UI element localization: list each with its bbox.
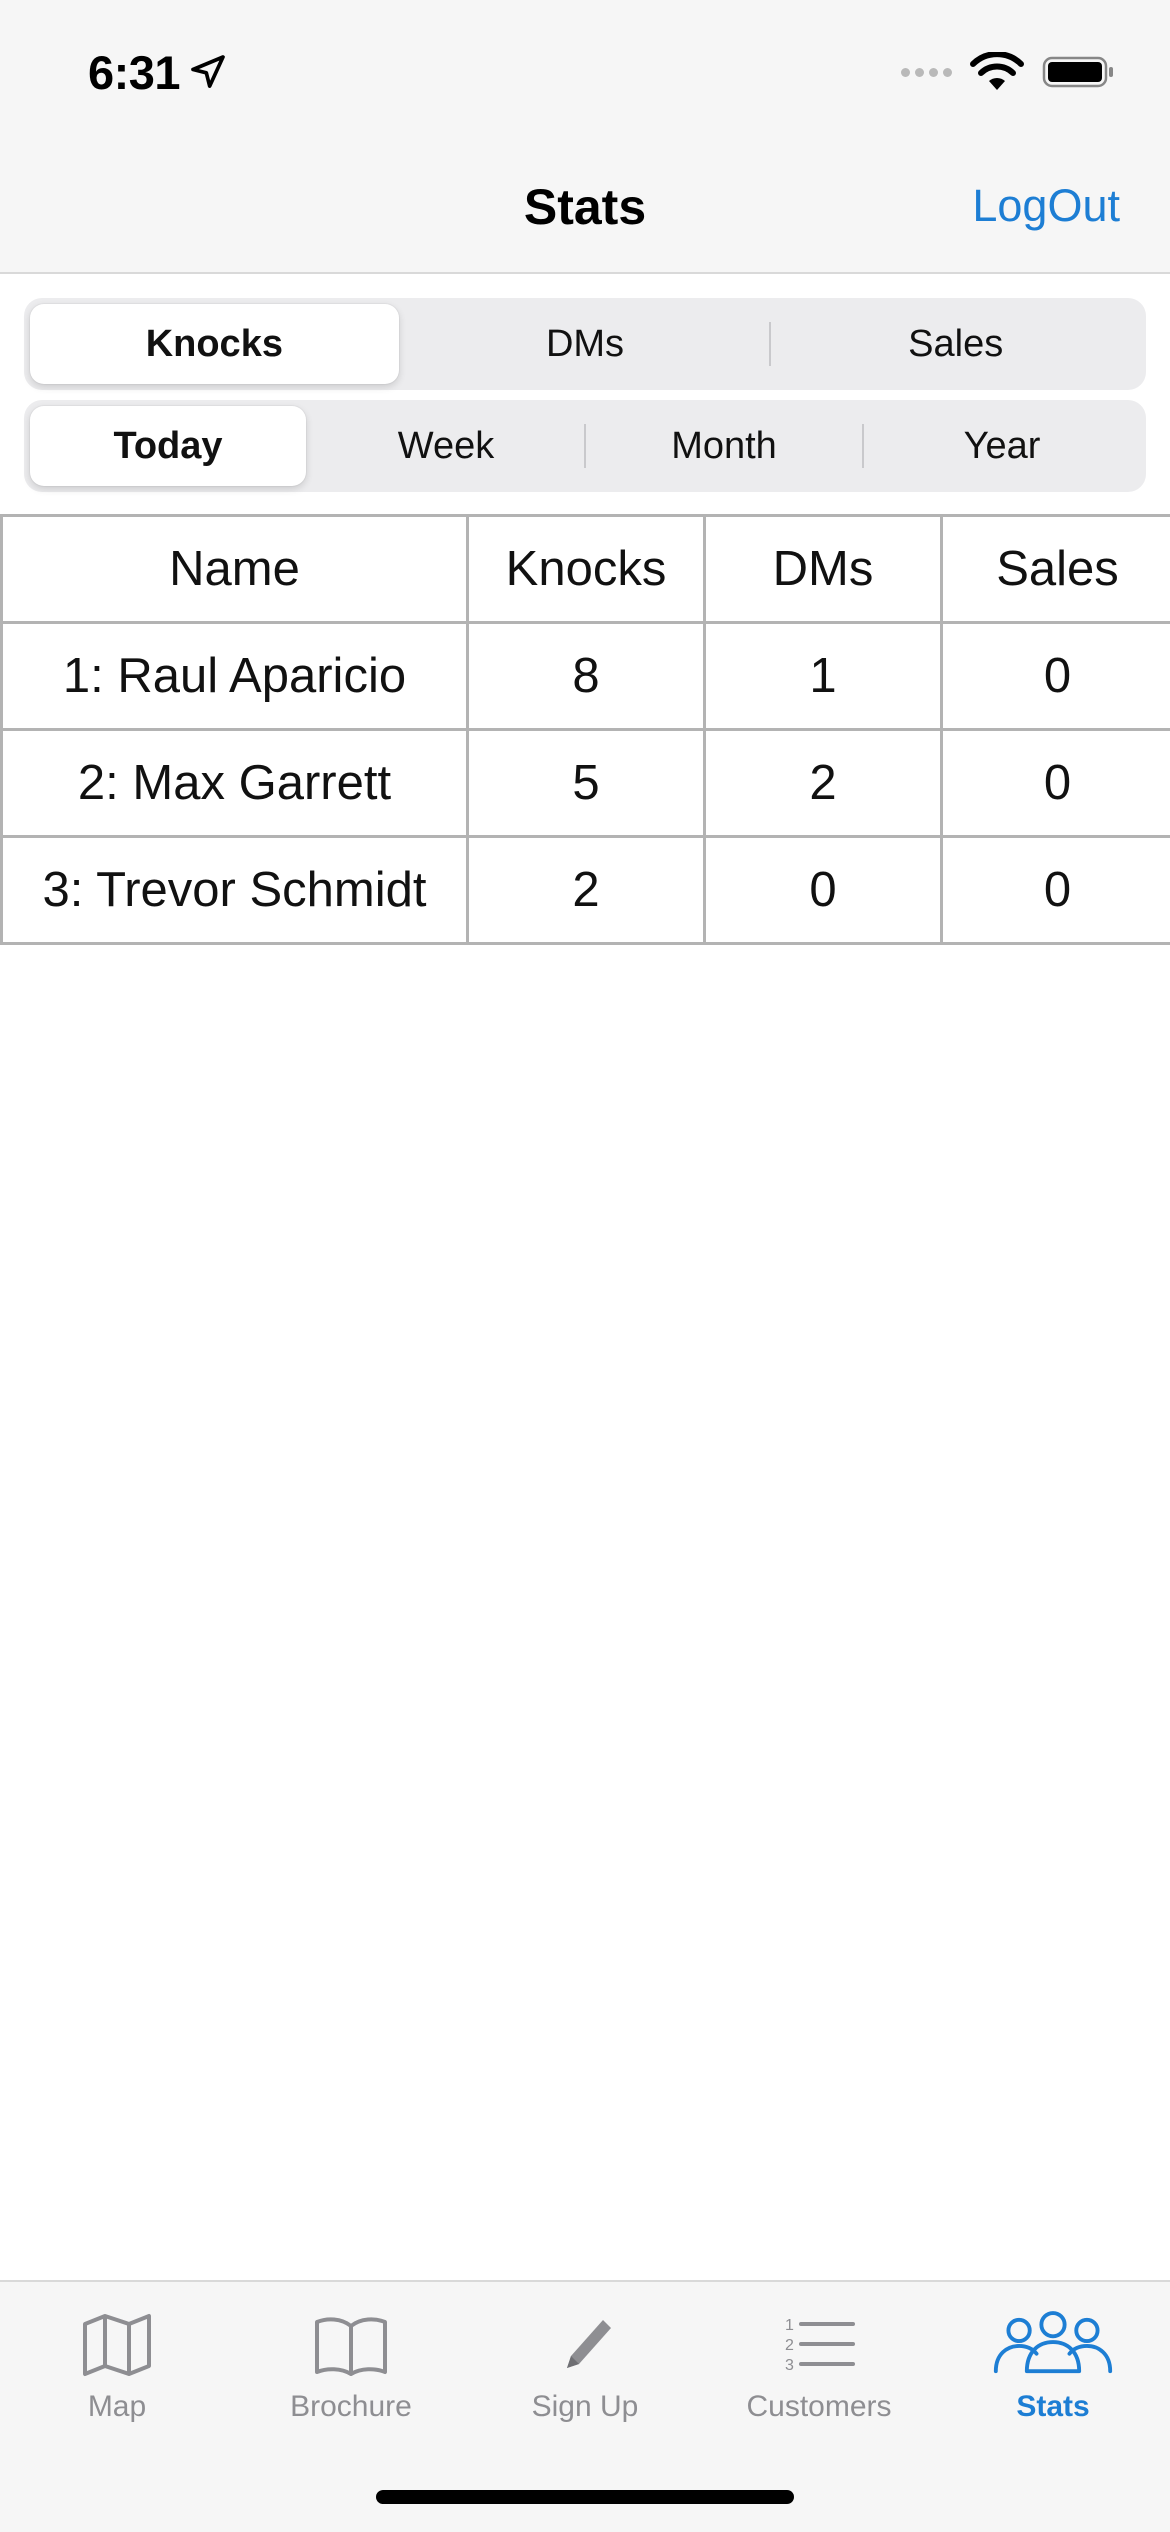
table-row: 2: Max Garrett 5 2 0 bbox=[0, 728, 1170, 838]
tab-customers[interactable]: 1 2 3 Customers bbox=[702, 2310, 936, 2424]
segment-year[interactable]: Year bbox=[864, 406, 1140, 486]
wifi-icon bbox=[970, 52, 1024, 90]
cell-name: 1: Raul Aparicio bbox=[0, 621, 469, 731]
cellular-signal-icon bbox=[901, 67, 952, 77]
cell-sales: 0 bbox=[940, 621, 1170, 731]
header-sales: Sales bbox=[940, 514, 1170, 624]
tab-stats[interactable]: Stats bbox=[936, 2310, 1170, 2424]
tab-map[interactable]: Map bbox=[0, 2310, 234, 2424]
table-row: 3: Trevor Schmidt 2 0 0 bbox=[0, 835, 1170, 945]
tab-label: Customers bbox=[746, 2390, 892, 2423]
battery-icon bbox=[1042, 56, 1113, 88]
home-indicator[interactable] bbox=[376, 2490, 794, 2504]
numbered-list-icon: 1 2 3 bbox=[785, 2317, 855, 2374]
period-segmented-control: Today Week Month Year bbox=[24, 400, 1146, 492]
header-dms: DMs bbox=[703, 514, 943, 624]
table-header-row: Name Knocks DMs Sales bbox=[0, 514, 1170, 624]
metric-segmented-control: Knocks DMs Sales bbox=[24, 298, 1146, 390]
header-knocks: Knocks bbox=[466, 514, 706, 624]
map-icon bbox=[83, 2314, 151, 2376]
cell-name: 3: Trevor Schmidt bbox=[0, 835, 469, 945]
status-time-group: 6:31 bbox=[88, 42, 228, 102]
header: 6:31 Stats LogOut bbox=[0, 0, 1170, 274]
pencil-icon bbox=[567, 2320, 611, 2368]
tab-label: Map bbox=[87, 2390, 147, 2423]
segment-knocks[interactable]: Knocks bbox=[30, 304, 399, 384]
cell-knocks: 8 bbox=[466, 621, 706, 731]
people-group-icon bbox=[993, 2311, 1113, 2374]
navigation-bar: Stats LogOut bbox=[0, 140, 1170, 274]
cell-knocks: 5 bbox=[466, 728, 706, 838]
stats-table: Name Knocks DMs Sales 1: Raul Aparicio 8… bbox=[0, 514, 1170, 945]
tab-sign-up[interactable]: Sign Up bbox=[468, 2310, 702, 2424]
cell-dms: 0 bbox=[703, 835, 943, 945]
segment-week[interactable]: Week bbox=[308, 406, 584, 486]
cell-sales: 0 bbox=[940, 728, 1170, 838]
status-indicators bbox=[901, 50, 1116, 94]
tab-brochure[interactable]: Brochure bbox=[234, 2310, 468, 2424]
segment-today[interactable]: Today bbox=[30, 406, 306, 486]
cell-name: 2: Max Garrett bbox=[0, 728, 469, 838]
header-name: Name bbox=[0, 514, 469, 624]
segment-sales[interactable]: Sales bbox=[771, 304, 1140, 384]
svg-text:2: 2 bbox=[785, 2337, 794, 2354]
cell-dms: 1 bbox=[703, 621, 943, 731]
location-arrow-icon bbox=[191, 55, 225, 88]
segment-dms[interactable]: DMs bbox=[401, 304, 770, 384]
cell-knocks: 2 bbox=[466, 835, 706, 945]
table-row: 1: Raul Aparicio 8 1 0 bbox=[0, 621, 1170, 731]
stats-screen: 6:31 Stats LogOut Knocks DMs Sales Today… bbox=[0, 0, 1170, 2532]
logout-button[interactable]: LogOut bbox=[972, 180, 1120, 232]
tab-label: Brochure bbox=[290, 2390, 412, 2423]
cell-sales: 0 bbox=[940, 835, 1170, 945]
cell-dms: 2 bbox=[703, 728, 943, 838]
status-bar: 6:31 bbox=[0, 0, 1170, 140]
svg-text:1: 1 bbox=[785, 2317, 794, 2334]
segment-month[interactable]: Month bbox=[586, 406, 862, 486]
tab-label: Stats bbox=[1016, 2390, 1090, 2423]
book-icon bbox=[315, 2317, 387, 2376]
status-time: 6:31 bbox=[88, 45, 181, 99]
tab-label: Sign Up bbox=[531, 2390, 639, 2423]
svg-text:3: 3 bbox=[785, 2357, 794, 2374]
